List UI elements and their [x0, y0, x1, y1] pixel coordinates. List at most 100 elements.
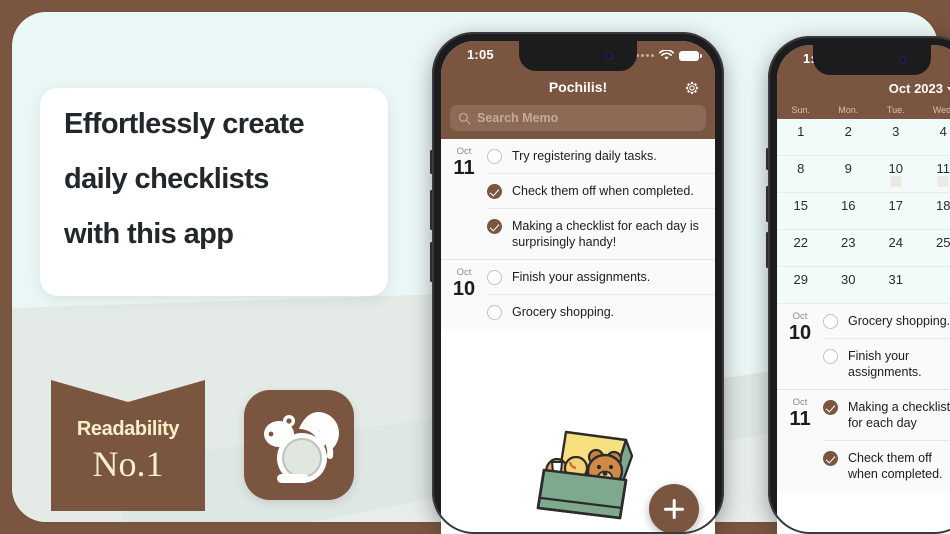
calendar-day-cell[interactable]: 22	[777, 230, 825, 266]
task-row[interactable]: Grocery shopping.	[487, 295, 715, 329]
task-row[interactable]: Making a checklist for each day	[823, 390, 950, 441]
checkbox-checked-icon[interactable]	[823, 451, 838, 466]
task-row[interactable]: Try registering daily tasks.	[487, 139, 715, 174]
calendar-day-cell[interactable]: 24	[872, 230, 920, 266]
task-text: Grocery shopping.	[848, 314, 950, 328]
calendar-day-cell[interactable]: 9	[825, 156, 873, 192]
checkbox-checked-icon[interactable]	[487, 219, 502, 234]
calendar-month-picker[interactable]: Oct 2023	[889, 81, 950, 96]
gear-icon[interactable]	[683, 79, 701, 97]
calendar-day-cell[interactable]: 18	[920, 193, 950, 229]
group-rows: Finish your assignments. Grocery shopping…	[487, 260, 715, 329]
right-phone-volume-down-button[interactable]	[766, 232, 769, 268]
task-row[interactable]: Grocery shopping.	[823, 304, 950, 339]
search-input[interactable]: Search Memo	[450, 105, 706, 131]
checkbox-unchecked-icon[interactable]	[823, 314, 838, 329]
center-nav-bar: Pochilis!	[441, 71, 715, 105]
task-row[interactable]: Making a checklist for each day is surpr…	[487, 209, 715, 259]
group-rows: Grocery shopping. Finish your assignments…	[823, 304, 950, 389]
calendar-day-cell[interactable]: 3	[872, 119, 920, 155]
calendar-day-cell[interactable]: 29	[777, 267, 825, 303]
weekday-mon: Mon.	[838, 105, 859, 115]
task-group: Oct 11 Making a checklist for each day Chec…	[777, 389, 950, 491]
calendar-day-cell[interactable]: 10	[872, 156, 920, 192]
calendar-month-label: Oct 2023	[888, 81, 943, 96]
center-phone-screen: 1:05 Pochilis! Search Memo Oct 11 Try re…	[441, 41, 715, 534]
task-row[interactable]: Check them off when completed.	[487, 174, 715, 209]
calendar-day-cell[interactable]: 17	[872, 193, 920, 229]
task-row[interactable]: Check them off when completed.	[823, 441, 950, 491]
calendar-day-number: 3	[892, 124, 900, 139]
checkbox-unchecked-icon[interactable]	[487, 270, 502, 285]
calendar-day-number: 29	[793, 272, 808, 287]
add-task-button[interactable]	[649, 484, 699, 534]
center-phone-volume-up-button[interactable]	[430, 190, 433, 230]
calendar-week-row: 8 9 10 11	[777, 156, 950, 193]
toy-box-with-teddy-bear-illustration	[536, 430, 634, 520]
calendar-day-cell[interactable]: 1	[777, 119, 825, 155]
task-group: Oct 10 Finish your assignments. Grocery sho…	[441, 259, 715, 329]
calendar-day-number: 9	[844, 161, 852, 176]
checkbox-unchecked-icon[interactable]	[487, 305, 502, 320]
app-icon	[244, 390, 354, 500]
group-rows: Try registering daily tasks. Check them o…	[487, 139, 715, 259]
group-month: Oct	[792, 311, 808, 322]
right-task-list[interactable]: Oct 10 Grocery shopping. Finish your assign…	[777, 304, 950, 491]
calendar-day-cell[interactable]: 15	[777, 193, 825, 229]
group-date: Oct 11	[777, 390, 823, 491]
task-row[interactable]: Finish your assignments.	[823, 339, 950, 389]
calendar-day-cell[interactable]: 16	[825, 193, 873, 229]
calendar-header: Oct 2023	[777, 75, 950, 105]
checkbox-unchecked-icon[interactable]	[823, 349, 838, 364]
calendar-day-number: 23	[841, 235, 856, 250]
signal-dots-icon	[636, 54, 654, 57]
checkbox-checked-icon[interactable]	[823, 400, 838, 415]
calendar-day-cell[interactable]: 2	[825, 119, 873, 155]
headline-card: Effortlessly create daily checklists wit…	[40, 88, 388, 296]
checkbox-unchecked-icon[interactable]	[487, 149, 502, 164]
calendar-day-number: 2	[844, 124, 852, 139]
group-date: Oct 10	[777, 304, 823, 389]
calendar-empty-cell	[920, 267, 950, 303]
calendar-day-marker	[937, 176, 949, 187]
center-phone-mute-button[interactable]	[430, 150, 433, 174]
squirrel-icon	[264, 412, 339, 483]
calendar-day-cell[interactable]: 23	[825, 230, 873, 266]
calendar-grid[interactable]: 1 2 3 4 8 9 10 11 15 16 17 18 22 23 24 25 29 30 31	[777, 119, 950, 304]
weekday-wed: Wed.	[932, 105, 950, 115]
calendar-day-cell[interactable]: 30	[825, 267, 873, 303]
task-text: Check them off when completed.	[848, 451, 943, 481]
headline-line-1: Effortlessly create	[64, 108, 305, 140]
calendar-day-cell[interactable]: 31	[872, 267, 920, 303]
group-rows: Making a checklist for each day Check the…	[823, 390, 950, 491]
checkbox-checked-icon[interactable]	[487, 184, 502, 199]
calendar-week-row: 1 2 3 4	[777, 119, 950, 156]
app-title: Pochilis!	[548, 79, 608, 95]
center-phone: 1:05 Pochilis! Search Memo Oct 11 Try re…	[430, 32, 724, 534]
right-phone-mute-button[interactable]	[766, 148, 769, 170]
center-phone-notch	[519, 41, 637, 71]
calendar-day-cell[interactable]: 25	[920, 230, 950, 266]
calendar-week-row: 29 30 31	[777, 267, 950, 304]
center-task-list[interactable]: Oct 11 Try registering daily tasks. Check t…	[441, 139, 715, 329]
badge-rank-label: No.1	[92, 444, 164, 484]
calendar-day-cell[interactable]: 8	[777, 156, 825, 192]
task-row[interactable]: Finish your assignments.	[487, 260, 715, 295]
search-icon	[458, 112, 471, 124]
calendar-day-cell[interactable]: 4	[920, 119, 950, 155]
group-day: 10	[452, 278, 476, 301]
calendar-week-row: 22 23 24 25	[777, 230, 950, 267]
badge-top-label: Readability	[76, 418, 180, 440]
search-section: Search Memo	[441, 105, 715, 139]
right-phone-volume-up-button[interactable]	[766, 186, 769, 222]
calendar-day-cell[interactable]: 11	[920, 156, 950, 192]
task-text: Check them off when completed.	[512, 184, 694, 198]
weekday-tue: Tue.	[886, 105, 905, 115]
right-phone-screen: 1:01 Oct 2023 Sun. Mon. Tue. Wed. 123489…	[777, 45, 950, 534]
calendar-day-number: 10	[888, 161, 903, 176]
weekday-sun: Sun.	[791, 105, 810, 115]
calendar-day-number: 1	[797, 124, 805, 139]
center-phone-volume-down-button[interactable]	[430, 242, 433, 282]
status-indicators	[636, 50, 702, 61]
calendar-day-number: 8	[797, 161, 805, 176]
